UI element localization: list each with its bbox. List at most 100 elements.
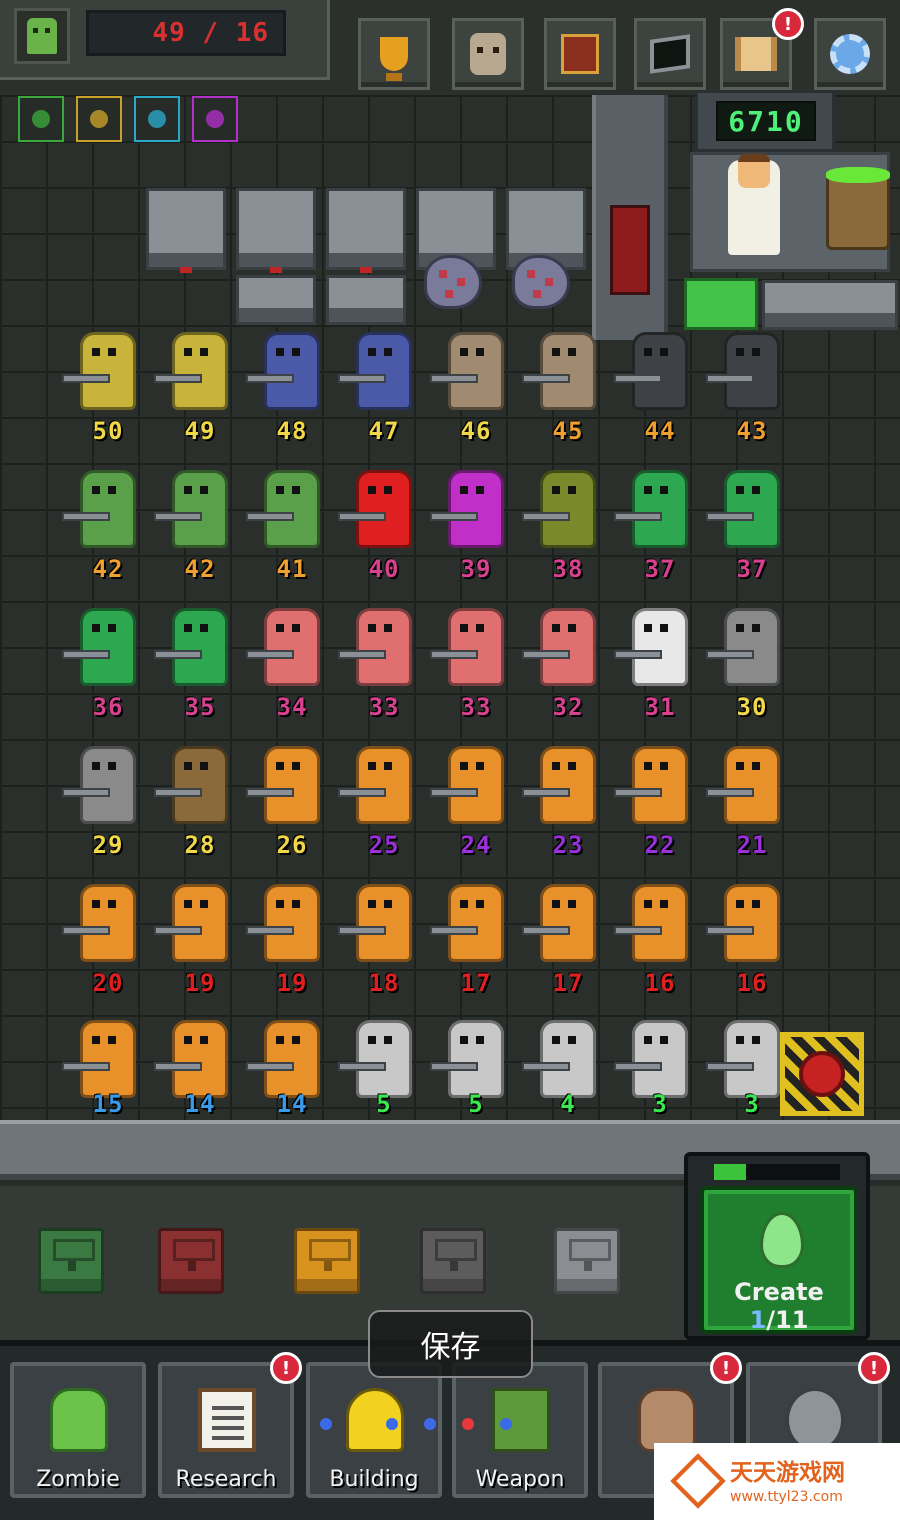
zombie-unit[interactable]: 42 [62, 450, 154, 585]
weapon-icon [706, 374, 754, 383]
zombie-unit[interactable]: 15 [62, 1000, 154, 1120]
create-button[interactable]: Create 1/11 [700, 1186, 858, 1334]
zombie-unit[interactable]: 40 [338, 450, 430, 585]
zombie-unit[interactable]: 50 [62, 312, 154, 447]
zombie-unit[interactable]: 29 [62, 726, 154, 861]
zombie-unit[interactable]: 19 [154, 864, 246, 999]
zombie-unit[interactable]: 48 [246, 312, 338, 447]
supply-chest[interactable] [554, 1228, 620, 1294]
zombie-unit[interactable]: 23 [522, 726, 614, 861]
zombie-unit[interactable]: 44 [614, 312, 706, 447]
zombie-unit[interactable]: 37 [706, 450, 798, 585]
zombie-unit[interactable]: 43 [706, 312, 798, 447]
zombie-level-label: 21 [736, 831, 768, 859]
zombie-collection-button[interactable] [452, 18, 524, 90]
terminal-button[interactable] [634, 18, 706, 90]
tab-zombie[interactable]: Zombie [10, 1362, 146, 1498]
toast-text: 保存 [420, 1330, 481, 1365]
player-avatar[interactable] [14, 8, 70, 64]
zombie-unit[interactable]: 5 [430, 1000, 522, 1120]
zombie-unit[interactable]: 16 [614, 864, 706, 999]
zombie-sprite [172, 608, 228, 686]
zombie-level-label: 18 [368, 969, 400, 997]
zombie-unit[interactable]: 25 [338, 726, 430, 861]
potion-upgrade-icon[interactable] [134, 96, 180, 142]
zombie-unit[interactable]: 41 [246, 450, 338, 585]
zombie-sprite [172, 884, 228, 962]
tab-weapon[interactable]: Weapon [452, 1362, 588, 1498]
zombie-unit[interactable]: 46 [430, 312, 522, 447]
loading-dot [424, 1418, 436, 1430]
zombie-level-label: 26 [276, 831, 308, 859]
zombie-unit[interactable]: 47 [338, 312, 430, 447]
zombie-unit[interactable]: 24 [430, 726, 522, 861]
ore-rock[interactable] [512, 255, 570, 309]
zombie-unit[interactable]: 45 [522, 312, 614, 447]
zombie-unit[interactable]: 5 [338, 1000, 430, 1120]
zombie-unit[interactable]: 36 [62, 588, 154, 723]
zombie-level-label: 16 [736, 969, 768, 997]
settings-button[interactable] [814, 18, 886, 90]
zombie-unit[interactable]: 35 [154, 588, 246, 723]
zombie-unit[interactable]: 21 [706, 726, 798, 861]
coin-upgrade-icon[interactable] [76, 96, 122, 142]
supply-chest[interactable] [158, 1228, 224, 1294]
zombie-unit[interactable]: 14 [246, 1000, 338, 1120]
zombie-unit[interactable]: 14 [154, 1000, 246, 1120]
supply-chest[interactable] [294, 1228, 360, 1294]
zombie-unit[interactable]: 33 [430, 588, 522, 723]
zombie-unit[interactable]: 17 [522, 864, 614, 999]
create-label: Create [734, 1278, 824, 1306]
zombie-unit[interactable]: 34 [246, 588, 338, 723]
zombie-sprite [80, 746, 136, 824]
zombie-unit[interactable]: 22 [614, 726, 706, 861]
goo-barrel[interactable] [826, 167, 890, 250]
zombie-unit[interactable]: 49 [154, 312, 246, 447]
weapon-icon [614, 1062, 662, 1071]
tab-building[interactable]: Building [306, 1362, 442, 1498]
scientist-character[interactable] [728, 154, 780, 255]
merge-red-button[interactable] [780, 1032, 864, 1116]
zombie-unit[interactable]: 38 [522, 450, 614, 585]
weapon-icon [246, 1062, 294, 1071]
zombie-sprite [724, 608, 780, 686]
zombie-unit[interactable]: 28 [154, 726, 246, 861]
zombie-unit[interactable]: 19 [246, 864, 338, 999]
scroll-alert-badge: ! [772, 8, 804, 40]
zombie-unit[interactable]: 26 [246, 726, 338, 861]
weapon-icon [430, 926, 478, 935]
tab-research[interactable]: Research [158, 1362, 294, 1498]
zombie-unit[interactable]: 16 [706, 864, 798, 999]
zombie-eyes [460, 486, 468, 494]
zombie-unit[interactable]: 17 [430, 864, 522, 999]
zombie-unit[interactable]: 30 [706, 588, 798, 723]
zombie-level-label: 37 [736, 555, 768, 583]
zombie-unit[interactable]: 20 [62, 864, 154, 999]
ore-rock[interactable] [424, 255, 482, 309]
zombie-unit[interactable]: 18 [338, 864, 430, 999]
loading-dot [462, 1418, 474, 1430]
zombie-eyes [460, 900, 468, 908]
supply-chest[interactable] [38, 1228, 104, 1294]
supply-chest[interactable] [420, 1228, 486, 1294]
zombie-sprite [80, 884, 136, 962]
zombie-unit[interactable]: 33 [338, 588, 430, 723]
weapon-icon [522, 1062, 570, 1071]
upgrade-glyph [32, 110, 50, 128]
zombie-unit[interactable]: 32 [522, 588, 614, 723]
trophy-button[interactable] [358, 18, 430, 90]
tab-alert-badge: ! [270, 1352, 302, 1384]
zombie-unit[interactable]: 37 [614, 450, 706, 585]
flask-upgrade-icon[interactable] [18, 96, 64, 142]
pillar-door [610, 205, 650, 295]
terminal-icon [650, 34, 690, 74]
capacity-panel: 49 / 16 [0, 0, 330, 80]
zombie-unit[interactable]: 39 [430, 450, 522, 585]
zombie-unit[interactable]: 31 [614, 588, 706, 723]
recycle-upgrade-icon[interactable] [192, 96, 238, 142]
zombie-unit[interactable]: 4 [522, 1000, 614, 1120]
zombie-unit[interactable]: 3 [614, 1000, 706, 1120]
tab-label: Zombie [36, 1467, 120, 1492]
zombie-unit[interactable]: 42 [154, 450, 246, 585]
book-button[interactable] [544, 18, 616, 90]
